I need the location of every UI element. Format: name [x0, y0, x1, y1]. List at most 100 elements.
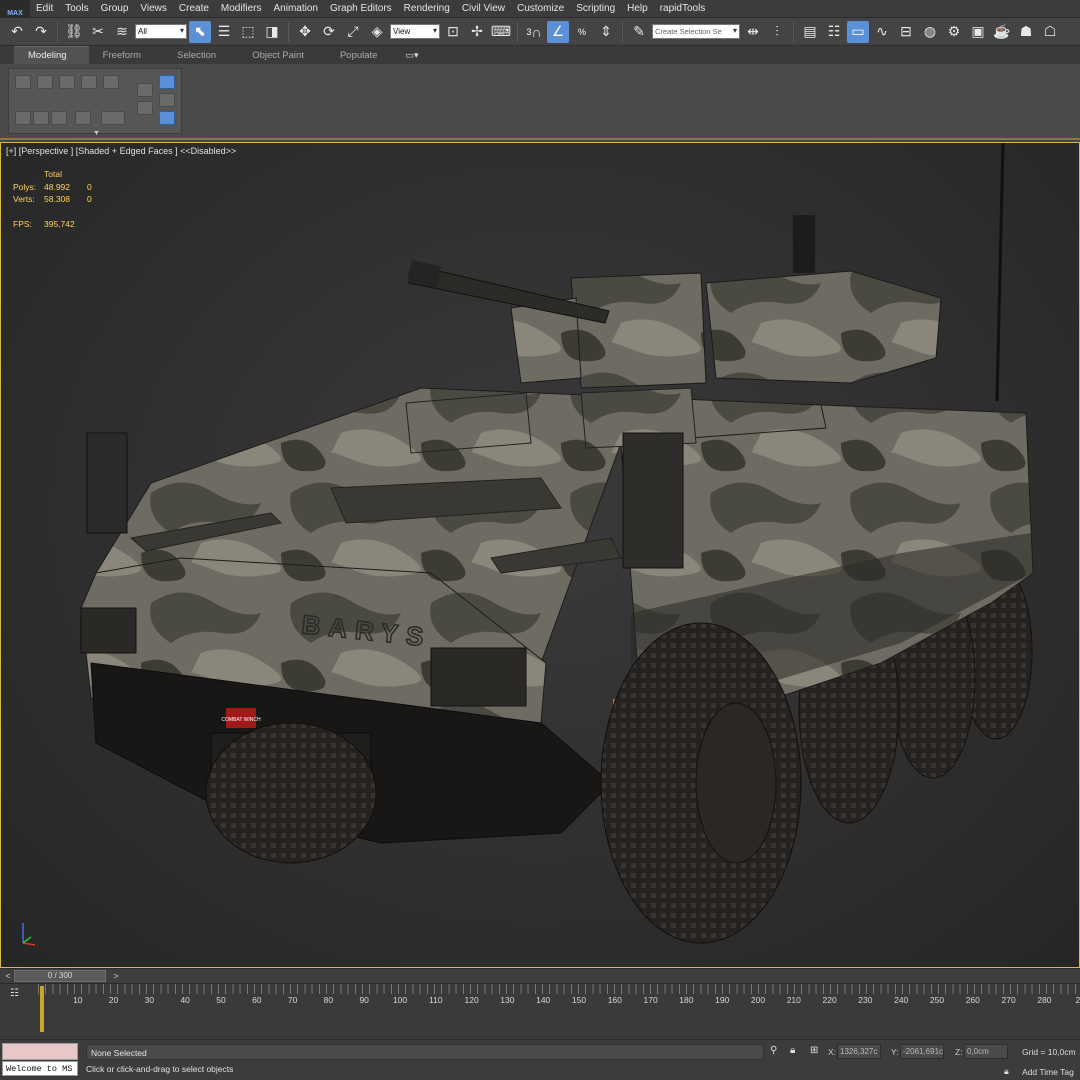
make-unique-icon[interactable] — [137, 101, 153, 115]
time-next-button[interactable]: > — [110, 970, 122, 982]
menu-modifiers[interactable]: Modifiers — [215, 0, 268, 18]
render-iterative-icon[interactable]: ☗ — [1015, 21, 1037, 43]
edit-poly-mod-icon[interactable] — [51, 111, 67, 125]
scene-explorer-icon[interactable]: ☷ — [823, 21, 845, 43]
menu-scripting[interactable]: Scripting — [570, 0, 621, 18]
rectangle-selection-icon[interactable]: ⬚ — [237, 21, 259, 43]
repeat-last-icon[interactable] — [75, 111, 91, 125]
place-icon[interactable]: ◈ — [366, 21, 388, 43]
track-bar[interactable]: ☷ 01020304050607080901001101201301401501… — [0, 983, 1080, 1039]
collapse-stack-icon[interactable] — [33, 111, 49, 125]
element-mode-icon[interactable] — [103, 75, 119, 89]
percent-snap-icon[interactable]: % — [571, 21, 593, 43]
align-icon[interactable]: ⫶ — [766, 21, 788, 43]
time-slider-thumb[interactable]: 0 / 300 — [14, 970, 106, 982]
z-coordinate-field[interactable]: 0,0cm — [964, 1044, 1008, 1059]
tab-freeform[interactable]: Freeform — [89, 47, 164, 64]
modify-mode-icon[interactable] — [137, 83, 153, 97]
material-editor-icon[interactable]: ◍ — [919, 21, 941, 43]
vertex-mode-icon[interactable] — [15, 75, 31, 89]
add-time-tag-button[interactable]: Add Time Tag — [1022, 1067, 1074, 1077]
rotate-icon[interactable]: ⟳ — [318, 21, 340, 43]
menu-create[interactable]: Create — [173, 0, 215, 18]
maxscript-mini-listener[interactable] — [2, 1043, 78, 1060]
winch-label: COMBAT WINCH — [221, 717, 261, 723]
polygon-modeling-panel — [8, 68, 182, 134]
menu-graph-editors[interactable]: Graph Editors — [324, 0, 398, 18]
maxscript-input[interactable]: Welcome to MS — [2, 1061, 78, 1076]
snaps-toggle-icon[interactable]: 3 ∩ — [523, 21, 545, 43]
curve-editor-mini-icon[interactable]: ☷ — [10, 988, 24, 1000]
menu-group[interactable]: Group — [95, 0, 135, 18]
selection-lock-icon[interactable]: 🔒︎ — [790, 1045, 795, 1056]
link-icon[interactable]: ⛓ — [63, 21, 85, 43]
ribbon-expand-icon[interactable]: ▼ — [93, 130, 100, 137]
select-manipulate-icon[interactable]: ✢ — [466, 21, 488, 43]
preserve-uvs-icon[interactable] — [15, 111, 31, 125]
rendered-frame-window-icon[interactable]: ▣ — [967, 21, 989, 43]
menu-civil-view[interactable]: Civil View — [456, 0, 511, 18]
selection-filter-dropdown[interactable]: All ▾ — [135, 24, 187, 39]
tab-modeling[interactable]: Modeling — [14, 46, 89, 64]
render-activeshade-icon[interactable]: ☖ — [1039, 21, 1061, 43]
ignore-backfacing-icon[interactable] — [159, 111, 175, 125]
edge-mode-icon[interactable] — [37, 75, 53, 89]
curve-editor-icon[interactable]: ∿ — [871, 21, 893, 43]
menu-views[interactable]: Views — [134, 0, 173, 18]
menu-edit[interactable]: Edit — [30, 0, 59, 18]
antenna — [995, 143, 1005, 402]
app-logo[interactable]: MAX — [0, 0, 30, 18]
undo-icon[interactable]: ↶ — [6, 21, 28, 43]
pivot-center-icon[interactable]: ⊡ — [442, 21, 464, 43]
spinner-snap-icon[interactable]: ⇕ — [595, 21, 617, 43]
menu-rapidtools[interactable]: rapidTools — [654, 0, 712, 18]
window-crossing-icon[interactable]: ◨ — [261, 21, 283, 43]
mirror-icon[interactable]: ⇹ — [742, 21, 764, 43]
render-setup-icon[interactable]: ⚙ — [943, 21, 965, 43]
border-mode-icon[interactable] — [59, 75, 75, 89]
keyboard-shortcut-override-icon[interactable]: ⌨ — [490, 21, 512, 43]
scale-icon[interactable]: ⤢ — [342, 21, 364, 43]
select-object-icon[interactable]: ⬉ — [189, 20, 211, 43]
menu-help[interactable]: Help — [621, 0, 654, 18]
move-icon[interactable]: ✥ — [294, 21, 316, 43]
armored-vehicle-model[interactable]: BARYS COMBAT WINCH — [1, 143, 1080, 968]
menu-tools[interactable]: Tools — [59, 0, 94, 18]
redo-icon[interactable]: ↷ — [30, 21, 52, 43]
perspective-viewport[interactable]: [+] [Perspective ] [Shaded + Edged Faces… — [0, 142, 1080, 968]
time-slider[interactable]: < 0 / 300 > — [0, 968, 1080, 983]
pin-stack-icon[interactable] — [159, 75, 175, 89]
quickslice-icon[interactable] — [101, 111, 125, 125]
x-coordinate-field[interactable]: 1326,327c — [837, 1044, 881, 1059]
layer-manager-icon[interactable]: ▤ — [799, 21, 821, 43]
render-production-icon[interactable]: ☕ — [991, 21, 1013, 43]
track-tick-label: 170 — [643, 995, 658, 1005]
reference-coordinate-dropdown[interactable]: View ▾ — [390, 24, 440, 39]
schematic-view-icon[interactable]: ⊟ — [895, 21, 917, 43]
track-tick-label: 150 — [571, 995, 587, 1005]
ribbon-toggle-icon[interactable]: ▭ — [847, 20, 869, 43]
tab-populate[interactable]: Populate — [326, 47, 400, 64]
show-end-result-icon[interactable] — [159, 93, 175, 107]
time-prev-button[interactable]: < — [2, 970, 14, 982]
edit-named-selection-icon[interactable]: ✎ — [628, 21, 650, 43]
y-coordinate-field[interactable]: -2061,691c — [900, 1044, 944, 1059]
current-frame-marker[interactable] — [40, 986, 44, 1032]
chevron-down-icon: ▾ — [732, 26, 737, 35]
ribbon-options-icon[interactable]: ▭▾ — [399, 47, 424, 64]
named-selection-sets-field[interactable]: Create Selection Se ▾ — [652, 24, 740, 39]
tab-selection[interactable]: Selection — [163, 47, 238, 64]
toolbar-divider — [517, 21, 518, 42]
absolute-mode-icon[interactable]: ⊞ — [810, 1045, 818, 1056]
menu-animation[interactable]: Animation — [267, 0, 323, 18]
select-by-name-icon[interactable]: ☰ — [213, 21, 235, 43]
track-tick-label: 260 — [965, 995, 980, 1005]
menu-customize[interactable]: Customize — [511, 0, 570, 18]
isolate-selection-icon[interactable]: ⚲ — [770, 1045, 777, 1056]
bind-spacewarp-icon[interactable]: ≋ — [111, 21, 133, 43]
polygon-mode-icon[interactable] — [81, 75, 97, 89]
unlink-icon[interactable]: ✂ — [87, 21, 109, 43]
angle-snap-icon[interactable]: ∠ — [547, 20, 569, 43]
tab-object-paint[interactable]: Object Paint — [238, 47, 326, 64]
menu-rendering[interactable]: Rendering — [398, 0, 456, 18]
